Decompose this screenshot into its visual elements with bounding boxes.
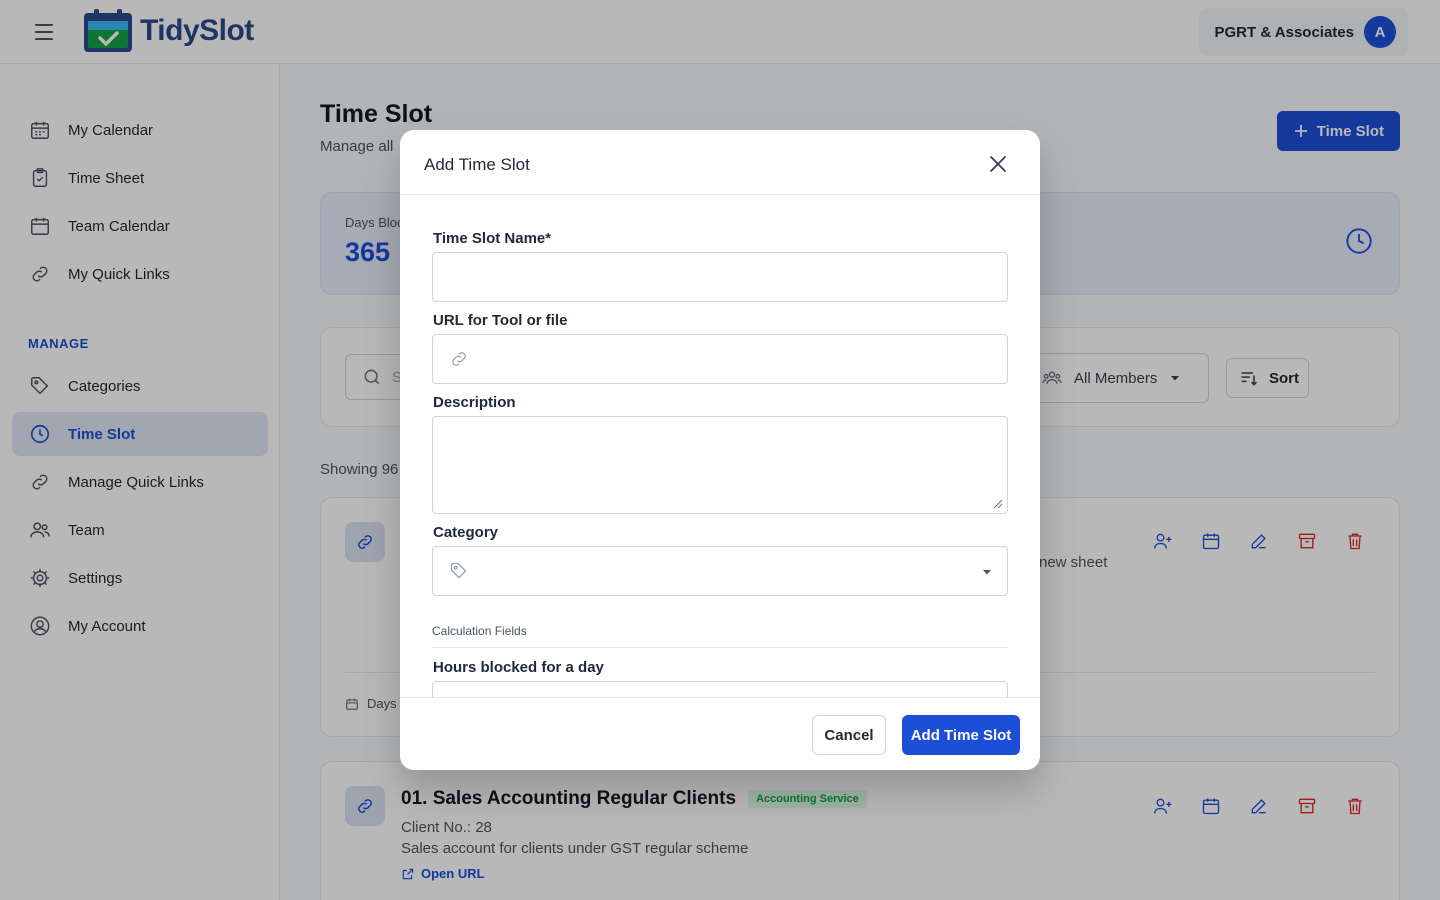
hours-blocked-input[interactable] [432, 681, 1008, 697]
dialog-body[interactable]: Time Slot Name* URL for Tool or file Des… [400, 195, 1040, 697]
close-icon[interactable] [986, 152, 1010, 176]
chevron-down-icon [983, 570, 991, 575]
dialog-footer: Cancel Add Time Slot [400, 697, 1040, 770]
add-time-slot-dialog: Add Time Slot Time Slot Name* URL for To… [400, 130, 1040, 770]
section-divider [432, 647, 1008, 648]
description-label: Description [433, 394, 516, 411]
category-select[interactable] [432, 546, 1008, 596]
description-textarea[interactable] [432, 416, 1008, 514]
time-slot-name-input[interactable] [432, 252, 1008, 302]
dialog-title: Add Time Slot [424, 155, 530, 174]
url-label: URL for Tool or file [433, 312, 568, 329]
link-icon [452, 352, 466, 366]
url-input[interactable] [432, 334, 1008, 384]
hours-blocked-label: Hours blocked for a day [433, 659, 604, 676]
category-label: Category [433, 524, 499, 541]
calculation-section-label: Calculation Fields [432, 624, 527, 638]
dialog-header: Add Time Slot [400, 130, 1040, 195]
resize-handle-icon[interactable] [991, 497, 1003, 509]
cancel-button[interactable]: Cancel [812, 715, 886, 755]
time-slot-name-label: Time Slot Name* [433, 230, 552, 247]
add-time-slot-submit-button[interactable]: Add Time Slot [902, 715, 1020, 755]
tag-icon [450, 562, 467, 579]
